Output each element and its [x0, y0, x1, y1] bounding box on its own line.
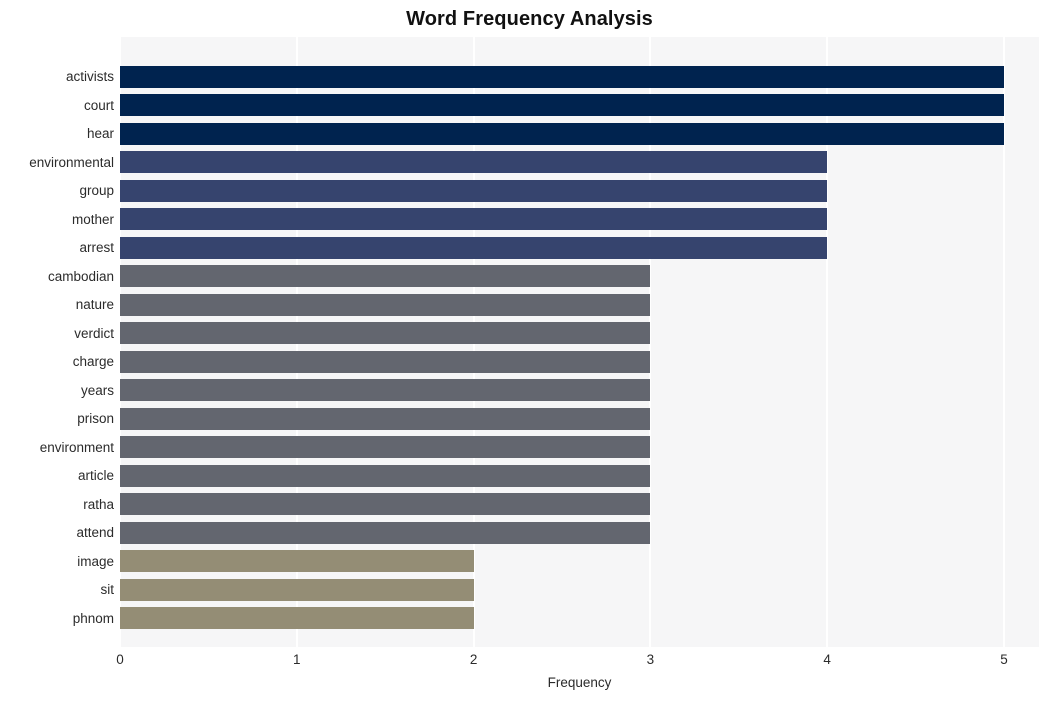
bars-layer: [120, 37, 1039, 647]
bar: [120, 521, 651, 544]
x-tick-label: 4: [823, 652, 831, 667]
bar: [120, 265, 651, 287]
y-tick-label: cambodian: [47, 268, 114, 284]
bar: [120, 122, 1004, 145]
y-tick-label: attend: [76, 525, 114, 540]
bar: [120, 322, 651, 344]
x-tick-label: 5: [1000, 652, 1008, 667]
bar: [120, 350, 651, 373]
x-axis-title: Frequency: [547, 675, 612, 690]
bar: [120, 293, 651, 316]
x-axis-tick-labels: 0 1 2 3 4 5: [0, 651, 1059, 673]
bar: [120, 607, 474, 629]
plot-area: [119, 37, 1039, 647]
bar: [120, 179, 828, 202]
x-tick-label: 3: [646, 652, 655, 667]
bar: [120, 236, 828, 259]
y-tick-label: sit: [100, 582, 115, 597]
y-tick-label: charge: [72, 354, 114, 369]
x-tick-label: 0: [116, 652, 124, 667]
y-axis-tick-labels: activists court hear environmental group moth…: [0, 37, 114, 647]
bar: [120, 550, 474, 572]
bar: [120, 65, 1004, 88]
chart-title: Word Frequency Analysis: [406, 8, 653, 30]
bar: [120, 379, 651, 401]
y-tick-label: years: [80, 382, 114, 398]
y-tick-label: phnom: [72, 610, 114, 626]
y-tick-label: prison: [77, 411, 114, 426]
x-tick-label: 2: [469, 652, 478, 667]
bar: [120, 578, 474, 601]
y-tick-label: arrest: [79, 240, 114, 255]
y-tick-label: activists: [65, 69, 114, 84]
y-tick-label: article: [77, 468, 114, 483]
y-tick-label: image: [77, 553, 114, 569]
y-tick-label: environment: [39, 439, 114, 455]
y-tick-label: court: [83, 97, 114, 113]
y-tick-label: hear: [86, 126, 114, 141]
y-tick-label: environmental: [29, 154, 114, 170]
y-tick-label: ratha: [83, 496, 114, 512]
bar: [120, 407, 651, 430]
word-frequency-bar-chart: Word Frequency Analysis activists court he…: [0, 0, 1059, 701]
y-tick-label: mother: [71, 211, 114, 227]
bar: [120, 464, 651, 487]
x-tick-label: 1: [293, 652, 301, 667]
y-tick-label: verdict: [74, 325, 114, 341]
bar: [120, 208, 828, 230]
y-tick-label: group: [79, 183, 114, 198]
y-tick-label: nature: [75, 297, 114, 312]
bar: [120, 94, 1004, 116]
bar: [120, 151, 828, 173]
bar: [120, 436, 651, 458]
bar: [120, 493, 651, 515]
